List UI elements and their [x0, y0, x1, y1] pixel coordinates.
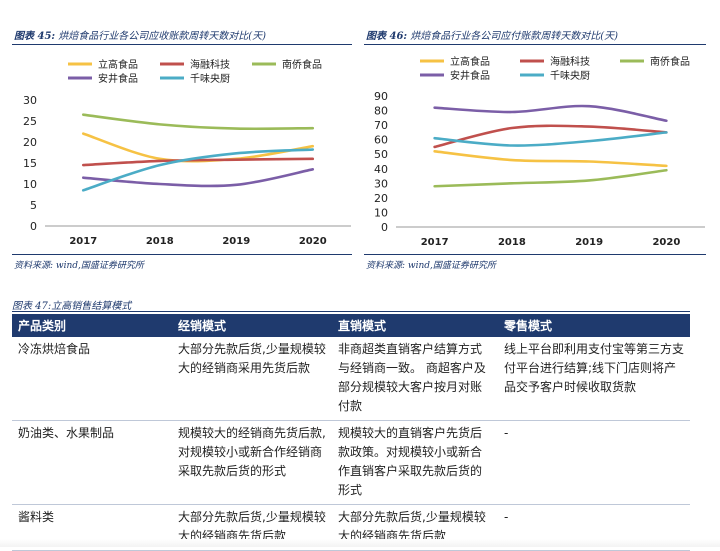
- y-tick-label: 60: [374, 134, 388, 147]
- table-47-title: 图表 47:立高销售结算模式: [12, 301, 132, 312]
- table-47-title-rule: [12, 311, 690, 312]
- y-tick-label: 0: [30, 220, 37, 233]
- legend-label: 安井食品: [450, 69, 490, 82]
- figure-46-top-rule: [364, 44, 706, 45]
- figure-46-title-text: 烘焙食品行业各公司应付账款周转天数对比(天): [410, 31, 619, 42]
- x-tick-label: 2017: [69, 236, 97, 247]
- x-tick-label: 2019: [575, 237, 603, 248]
- x-tick-label: 2020: [652, 237, 680, 248]
- y-tick-label: 80: [374, 105, 388, 118]
- figure-46-title: 图表 46: 烘焙食品行业各公司应付账款周转天数对比(天): [366, 27, 618, 42]
- legend-label: 安井食品: [98, 72, 138, 85]
- y-tick-label: 10: [23, 178, 37, 191]
- y-tick-label: 30: [23, 94, 37, 107]
- figure-46-number: 图表 46:: [366, 31, 408, 42]
- table-cell: 线上平台即利用支付宝等第三方支付平台进行结算;线下门店则将产品交予客户时候收取货…: [498, 337, 690, 421]
- legend-label: 千味央厨: [550, 69, 590, 82]
- payables-days-chart: 立高食品 海融科技 南侨食品安井食品 千味央厨 0 1020 3040 5060 7080 90 2…: [374, 55, 705, 248]
- table-cell: 非商超类直销客户结算方式与经销商一致。 商超客户及部分规模较大客户按月对账付款: [332, 337, 498, 421]
- figure-45-number: 图表 45:: [14, 31, 56, 42]
- figure-46-bottom-rule: [364, 254, 706, 255]
- table-cell: 冷冻烘焙食品: [12, 337, 172, 421]
- y-tick-label: 40: [374, 163, 388, 176]
- x-tick-label: 2018: [146, 236, 174, 247]
- figure-45-top-rule: [12, 44, 352, 45]
- legend-label: 立高食品: [450, 55, 490, 68]
- table-cell: -: [498, 420, 690, 505]
- series-line: [433, 150, 668, 168]
- table-cell: 规模较大的直销客户先货后款政策。对规模较小或新合作直销客户采取先款后货的形式: [332, 420, 498, 505]
- series-line: [81, 148, 315, 192]
- legend-label: 海融科技: [190, 58, 230, 71]
- table-cell: 大部分先款后货,少量规模较大的经销商采用先货后款: [172, 337, 332, 421]
- legend-label: 立高食品: [98, 58, 138, 71]
- receivables-days-chart: 立高食品 海融科技 南侨食品安井食品 千味央厨 0 5 10 15 20 25 30 2017 2018…: [23, 58, 351, 247]
- table-cell: 奶油类、水果制品: [12, 420, 172, 505]
- figure-45-title-text: 烘焙食品行业各公司应收账款周转天数对比(天): [58, 31, 267, 42]
- page-cutoff: [0, 539, 720, 547]
- settlement-mode-table: 产品类别 经销模式 直销模式 零售模式 冷冻烘焙食品 大部分先款后货,少量规模较…: [12, 314, 690, 551]
- y-tick-label: 10: [374, 206, 388, 219]
- y-tick-label: 30: [374, 177, 388, 190]
- table-cell: 规模较大的经销商先货后款,对规模较小或新合作经销商采取先款后货的形式: [172, 420, 332, 505]
- y-tick-label: 50: [374, 148, 388, 161]
- x-tick-label: 2020: [299, 236, 327, 247]
- y-tick-label: 5: [30, 199, 37, 212]
- series-line: [433, 131, 668, 147]
- y-tick-label: 90: [374, 90, 388, 103]
- y-tick-label: 15: [23, 157, 37, 170]
- figure-45-title: 图表 45: 烘焙食品行业各公司应收账款周转天数对比(天): [14, 27, 266, 42]
- legend-label: 千味央厨: [190, 72, 230, 85]
- header-direct-mode: 直销模式: [332, 314, 498, 337]
- figure-45-bottom-rule: [12, 254, 352, 255]
- y-tick-label: 20: [23, 136, 37, 149]
- series-line: [433, 104, 668, 123]
- legend-label: 海融科技: [550, 55, 590, 68]
- header-retail-mode: 零售模式: [498, 314, 690, 337]
- figure-45-source: 资料来源: wind,国盛证券研究所: [14, 261, 144, 271]
- legend-label: 南侨食品: [650, 55, 690, 68]
- table-header-row: 产品类别 经销模式 直销模式 零售模式: [12, 314, 690, 337]
- y-tick-label: 70: [374, 119, 388, 132]
- x-tick-label: 2018: [498, 237, 526, 248]
- figure-46-source: 资料来源: wind,国盛证券研究所: [366, 261, 496, 271]
- table-row: 冷冻烘焙食品 大部分先款后货,少量规模较大的经销商采用先货后款 非商超类直销客户…: [12, 337, 690, 421]
- y-tick-label: 25: [23, 115, 37, 128]
- x-tick-label: 2017: [421, 237, 449, 248]
- legend-label: 南侨食品: [282, 58, 322, 71]
- x-tick-label: 2019: [222, 236, 250, 247]
- series-line: [81, 113, 315, 131]
- header-distribution-mode: 经销模式: [172, 314, 332, 337]
- header-product-category: 产品类别: [12, 314, 172, 337]
- y-tick-label: 20: [374, 192, 388, 205]
- table-row: 奶油类、水果制品 规模较大的经销商先货后款,对规模较小或新合作经销商采取先款后货…: [12, 420, 690, 505]
- y-tick-label: 0: [381, 221, 388, 234]
- series-line: [433, 168, 668, 188]
